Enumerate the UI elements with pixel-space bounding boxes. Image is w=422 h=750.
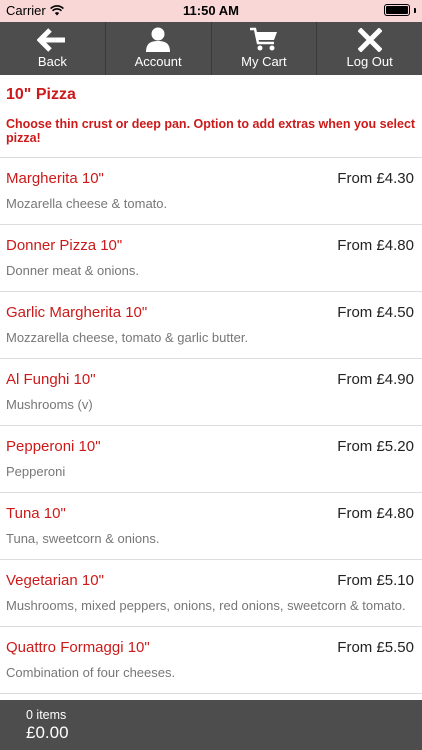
cart-item-count: 0 items bbox=[26, 708, 67, 722]
item-price: From £4.80 bbox=[337, 505, 414, 522]
item-description: Mozzarella cheese, tomato & garlic butte… bbox=[6, 330, 249, 345]
menu-item-al-funghi[interactable]: Al Funghi 10" From £4.90 Mushrooms (v) bbox=[0, 359, 422, 426]
item-price: From £4.50 bbox=[337, 304, 414, 321]
item-description: Mozarella cheese & tomato. bbox=[6, 196, 168, 211]
item-price: From £4.80 bbox=[337, 237, 414, 254]
page-note: Choose thin crust or deep pan. Option to… bbox=[6, 117, 416, 145]
item-name: Pepperoni 10" bbox=[6, 438, 101, 455]
item-price: From £4.90 bbox=[337, 371, 414, 388]
item-description: Tuna, sweetcorn & onions. bbox=[6, 531, 160, 546]
menu-item-garlic-margherita[interactable]: Garlic Margherita 10" From £4.50 Mozzare… bbox=[0, 292, 422, 359]
top-nav: Back Account My Cart Log Out bbox=[0, 22, 422, 75]
battery-tip bbox=[414, 7, 416, 13]
cart-button[interactable]: My Cart bbox=[212, 22, 318, 75]
menu-item-donner-pizza[interactable]: Donner Pizza 10" From £4.80 Donner meat … bbox=[0, 225, 422, 292]
menu-item-vegetarian[interactable]: Vegetarian 10" From £5.10 Mushrooms, mix… bbox=[0, 560, 422, 627]
shopping-cart-icon bbox=[249, 27, 277, 51]
cart-label: My Cart bbox=[241, 54, 287, 69]
item-price: From £5.10 bbox=[337, 572, 414, 589]
item-description: Mushrooms, mixed peppers, onions, red on… bbox=[6, 598, 406, 613]
item-price: From £4.30 bbox=[337, 170, 414, 187]
arrow-left-icon bbox=[37, 28, 66, 52]
battery-icon bbox=[384, 4, 410, 16]
item-name: Vegetarian 10" bbox=[6, 572, 104, 589]
close-icon bbox=[357, 28, 382, 52]
cart-summary-bar[interactable]: 0 items £0.00 bbox=[0, 700, 422, 750]
item-price: From £5.50 bbox=[337, 639, 414, 656]
item-description: Combination of four cheeses. bbox=[6, 665, 176, 680]
item-description: Donner meat & onions. bbox=[6, 263, 139, 278]
menu-item-quattro-formaggi[interactable]: Quattro Formaggi 10" From £5.50 Combinat… bbox=[0, 627, 422, 694]
back-label: Back bbox=[37, 54, 67, 69]
menu-list: Margherita 10" From £4.30 Mozarella chee… bbox=[0, 157, 422, 694]
menu-item-tuna[interactable]: Tuna 10" From £4.80 Tuna, sweetcorn & on… bbox=[0, 493, 422, 560]
item-name: Quattro Formaggi 10" bbox=[6, 639, 150, 656]
item-description: Pepperoni bbox=[6, 464, 66, 479]
menu-item-pepperoni[interactable]: Pepperoni 10" From £5.20 Pepperoni bbox=[0, 426, 422, 493]
status-right bbox=[384, 4, 416, 16]
logout-button[interactable]: Log Out bbox=[317, 22, 422, 75]
account-label: Account bbox=[134, 54, 182, 69]
item-name: Tuna 10" bbox=[6, 505, 66, 522]
item-name: Al Funghi 10" bbox=[6, 371, 96, 388]
user-icon bbox=[146, 27, 171, 52]
page-title: 10" Pizza bbox=[6, 86, 76, 103]
menu-content[interactable]: 10" Pizza Choose thin crust or deep pan.… bbox=[0, 75, 422, 700]
back-button[interactable]: Back bbox=[0, 22, 106, 75]
cart-total: £0.00 bbox=[26, 723, 69, 742]
item-name: Donner Pizza 10" bbox=[6, 237, 123, 254]
logout-label: Log Out bbox=[346, 54, 393, 69]
item-name: Garlic Margherita 10" bbox=[6, 304, 148, 321]
item-name: Margherita 10" bbox=[6, 170, 104, 187]
item-description: Mushrooms (v) bbox=[6, 397, 93, 412]
account-button[interactable]: Account bbox=[106, 22, 212, 75]
status-bar: Carrier 11:50 AM bbox=[0, 0, 422, 22]
status-time: 11:50 AM bbox=[183, 3, 239, 18]
menu-item-margherita[interactable]: Margherita 10" From £4.30 Mozarella chee… bbox=[0, 158, 422, 225]
item-price: From £5.20 bbox=[337, 438, 414, 455]
